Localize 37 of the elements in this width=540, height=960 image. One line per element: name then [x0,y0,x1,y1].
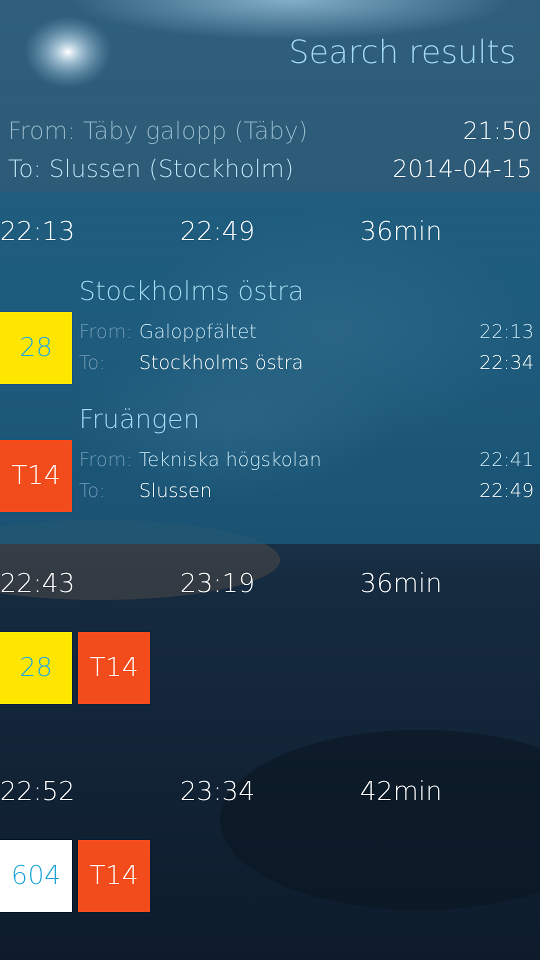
leg-destination: Fruängen [79,404,200,437]
from-text: From: Täby galopp (Täby) [8,116,308,147]
depart-time: 22:52 [0,776,76,808]
line-badge: 28 [0,312,72,384]
line-badge: T14 [78,632,150,704]
trip-duration: 42min [360,776,442,808]
trip-item[interactable]: 22:13 22:49 36min Stockholms östra 28 From: Galoppfältet 22:13 To: Stockholms östra 22:34 Fruängen T14 From: Tekniska högskolan 22:41 To: Slussen 22:49 [0,192,540,544]
leg-destination: Stockholms östra [79,276,304,309]
page-title: Search results [288,32,516,73]
trip-item[interactable]: 22:43 23:19 36min 28 T14 [0,544,540,752]
depart-time: 22:13 [0,216,76,248]
to-time: 22:49 [479,479,534,504]
to-text: To: Slussen (Stockholm) [8,154,294,185]
to-label: To: [79,479,106,504]
line-badge: 28 [0,632,72,704]
from-label: From: [79,448,134,473]
to-stop: Slussen [139,479,213,504]
line-badge: T14 [0,440,72,512]
query-time: 21:50 [462,116,532,147]
from-time: 22:13 [479,320,534,345]
from-time: 22:41 [479,448,534,473]
trip-item[interactable]: 22:52 23:34 42min 604 T14 [0,752,540,960]
trip-duration: 36min [360,216,442,248]
line-badge: T14 [78,840,150,912]
arrive-time: 22:49 [180,216,256,248]
from-stop: Tekniska högskolan [139,448,323,473]
depart-time: 22:43 [0,568,76,600]
line-badge: 604 [0,840,72,912]
arrive-time: 23:34 [180,776,256,808]
from-stop: Galoppfältet [139,320,258,345]
to-label: To: [79,351,106,376]
from-label: From: [79,320,134,345]
arrive-time: 23:19 [180,568,256,600]
query-date: 2014-04-15 [392,154,532,185]
to-time: 22:34 [479,351,534,376]
trip-duration: 36min [360,568,442,600]
to-stop: Stockholms östra [139,351,304,376]
